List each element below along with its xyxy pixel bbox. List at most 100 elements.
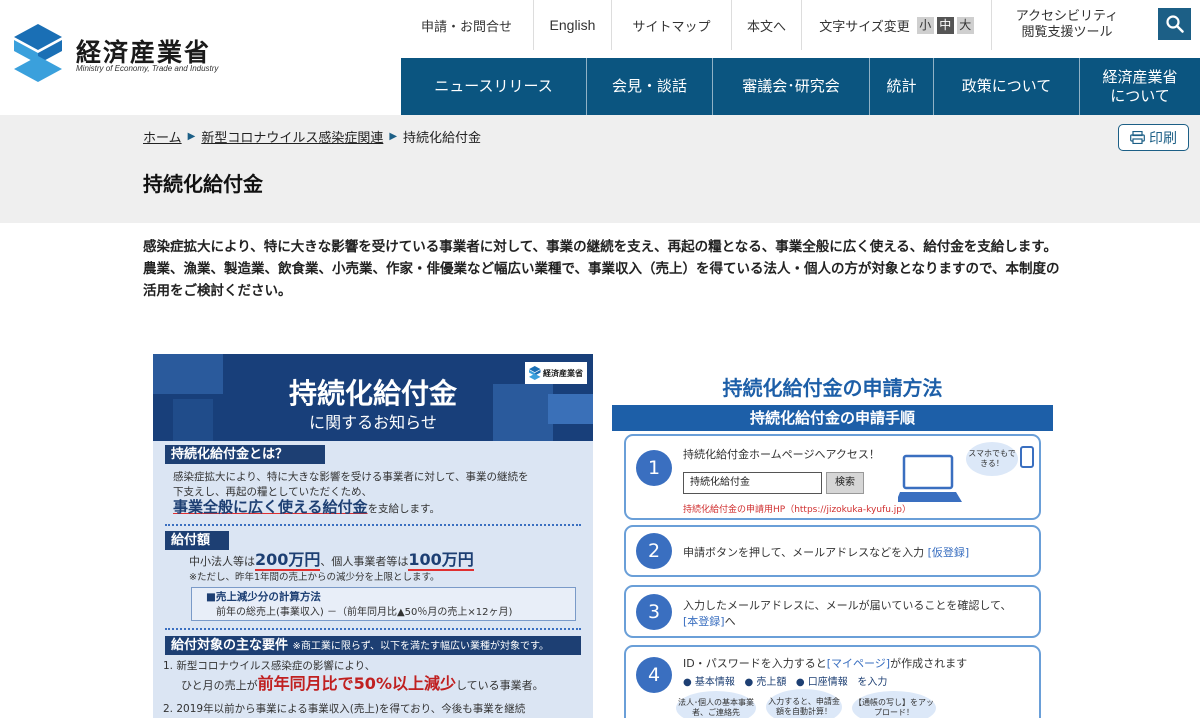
flyer-divider <box>165 524 581 526</box>
application-step-1: 1 持続化給付金ホームページへアクセス！ 持続化給付金 検索 持続化給付金の申請… <box>624 434 1041 520</box>
breadcrumb: ホーム ▶ 新型コロナウイルス感染症関連 ▶ 持続化給付金 <box>143 127 481 146</box>
step1-url: 持続化給付金の申請用HP（https://jizokuka-kyufu.jp） <box>683 505 912 515</box>
font-size-small-button[interactable]: 小 <box>916 16 934 34</box>
intro-paragraph-2: 農業、漁業、製造業、飲食業、小売業、作家・俳優業など幅広い業種で、事業収入（売上… <box>143 261 1060 299</box>
font-size-control: 文字サイズ変更 小 中 大 <box>802 0 992 50</box>
flyer-req-note: ※商工業に限らず、以下を満たす幅広い業種が対象です。 <box>292 641 550 652</box>
flyer-req1-pre: ひと月の売上が <box>181 679 258 692</box>
breadcrumb-separator-icon: ▶ <box>389 131 398 142</box>
step-number: 1 <box>636 450 672 486</box>
step-number: 3 <box>636 594 672 630</box>
flyer-calc-title: ■売上減少分の計算方法 <box>206 591 321 603</box>
flyer-amount-indiv: 100万円 <box>408 550 474 571</box>
step1-search-button: 検索 <box>826 472 864 494</box>
flyer-amount-corp: 200万円 <box>255 550 321 571</box>
step1-search-box: 持続化給付金 <box>683 472 822 494</box>
step4-item-basic: ● 基本情報 <box>683 677 735 688</box>
breadcrumb-current: 持続化給付金 <box>403 131 482 146</box>
flyer-req1-line1: 1. 新型コロナウイルス感染症の影響により、 <box>163 660 376 672</box>
nav-about-meti[interactable]: 経済産業省 について <box>1080 58 1200 115</box>
nav-about-line2: について <box>1110 86 1170 105</box>
step4-bubble-account: 【通帳の写し】をアップロード！ <box>852 691 936 718</box>
step4-item-account: ● 口座情報 <box>795 677 848 688</box>
flyer-application-image[interactable]: 持続化給付金の申請方法 持続化給付金の申請手順 1 持続化給付金ホームページへア… <box>612 354 1053 718</box>
flyer-amount-pre: 中小法人等は <box>189 555 255 568</box>
accessibility-label-line2: 閲覧支援ツール <box>1021 25 1113 40</box>
step2-provisional-registration: [仮登録] <box>927 546 970 559</box>
meti-logo-icon <box>14 24 62 82</box>
application-step-4: 4 ID・パスワードを入力すると[マイページ]が作成されます ● 基本情報 ● … <box>624 645 1041 718</box>
flyer-amount-heading: 給付額 <box>165 531 229 550</box>
nav-council[interactable]: 審議会･研究会 <box>713 58 870 115</box>
flyer-divider <box>165 628 581 630</box>
step3-text-line1: 入力したメールアドレスに、メールが届いていることを確認して、 <box>683 599 1012 612</box>
step4-tail: が作成されます <box>890 657 968 670</box>
application-steps-bar: 持続化給付金の申請手順 <box>612 405 1053 431</box>
flyer-calc-formula: 前年の総売上(事業収入) －（前年同月比▲50％月の売上×12ヶ月) <box>216 607 513 618</box>
nav-policy[interactable]: 政策について <box>934 58 1080 115</box>
intro-paragraph-1: 感染症拡大により、特に大きな影響を受けている事業者に対して、事業の継続を支え、再… <box>143 239 1057 255</box>
nav-about-line1: 経済産業省 <box>1102 67 1178 86</box>
flyer-calc-box: ■売上減少分の計算方法 前年の総売上(事業収入) －（前年同月比▲50％月の売上… <box>191 587 576 621</box>
flyer-amount-note: ※ただし、昨年1年間の売上からの減少分を上限とします。 <box>189 572 440 583</box>
step-number: 2 <box>636 533 672 569</box>
breadcrumb-corona[interactable]: 新型コロナウイルス感染症関連 <box>201 127 383 146</box>
flyer-amount-mid: 、個人事業者等は <box>320 555 409 568</box>
smartphone-icon <box>1020 446 1034 468</box>
nav-press-conference[interactable]: 会見・談話 <box>587 58 713 115</box>
step4-item-sales: ● 売上額 <box>744 677 787 688</box>
font-size-large-button[interactable]: 大 <box>956 16 974 34</box>
breadcrumb-separator-icon: ▶ <box>187 131 196 142</box>
site-header: 経済産業省 Ministry of Economy, Trade and Ind… <box>0 0 1200 115</box>
flyer-what-emphasis: 事業全般に広く使える給付金 <box>173 498 368 516</box>
flyer-subtitle: に関するお知らせ <box>309 413 437 432</box>
step4-text: ID・パスワードを入力すると <box>683 657 827 670</box>
sitemap-link[interactable]: サイトマップ <box>612 0 732 50</box>
print-label: 印刷 <box>1149 130 1177 147</box>
flyer-req1-emphasis: 前年同月比で50%以上減少 <box>257 674 456 693</box>
flyer-what-heading: 持続化給付金とは？ <box>165 445 325 464</box>
search-button[interactable] <box>1158 8 1191 40</box>
flyer-req2-line1: 2. 2019年以前から事業による事業収入(売上)を得ており、今後も事業を継続 <box>163 703 526 715</box>
flyer-notice-image[interactable]: 経済産業省 持続化給付金 に関するお知らせ 持続化給付金とは？ 感染症拡大により… <box>153 354 593 718</box>
printer-icon <box>1130 131 1145 144</box>
step4-item-tail: を入力 <box>857 677 888 688</box>
contact-link[interactable]: 申請・お問合せ <box>400 0 534 50</box>
print-button[interactable]: 印刷 <box>1118 124 1189 151</box>
logo-subtitle: Ministry of Economy, Trade and Industry <box>76 64 219 73</box>
step2-text: 申請ボタンを押して、メールアドレスなどを入力 <box>683 546 925 559</box>
global-nav: ニュースリリース 会見・談話 審議会･研究会 統計 政策について 経済産業省 に… <box>401 58 1200 115</box>
step4-bubble-basic: 法人･個人の基本事業者、ご連絡先 <box>676 691 756 718</box>
application-title: 持続化給付金の申請方法 <box>722 376 943 400</box>
flyer-what-tail: を支給します。 <box>367 503 441 515</box>
page-title: 持続化給付金 <box>143 172 263 196</box>
step3-tail: へ <box>724 615 736 628</box>
intro-text: 感染症拡大により、特に大きな影響を受けている事業者に対して、事業の継続を支え、再… <box>143 236 1063 302</box>
meti-logo[interactable]: 経済産業省 Ministry of Economy, Trade and Ind… <box>14 24 254 84</box>
flyer-requirements-heading: 給付対象の主な要件 ※商工業に限らず、以下を満たす幅広い業種が対象です。 <box>165 636 581 655</box>
application-step-2: 2 申請ボタンを押して、メールアドレスなどを入力 [仮登録] <box>624 525 1041 577</box>
flyer-req-heading: 給付対象の主な要件 <box>171 638 289 653</box>
breadcrumb-home[interactable]: ホーム <box>143 127 182 146</box>
flyer-header: 経済産業省 持続化給付金 に関するお知らせ <box>153 354 593 441</box>
accessibility-label-line1: アクセシビリティ <box>1015 9 1119 24</box>
flyer-title: 持続化給付金 <box>288 377 457 410</box>
nav-statistics[interactable]: 統計 <box>870 58 934 115</box>
font-size-label: 文字サイズ変更 <box>819 19 910 35</box>
step1-text: 持続化給付金ホームページへアクセス！ <box>683 448 880 461</box>
step4-bubble-sales: 入力すると、申請金額を自動計算！ <box>766 689 842 718</box>
nav-news-release[interactable]: ニュースリリース <box>401 58 587 115</box>
search-icon <box>1165 15 1184 33</box>
application-step-3: 3 入力したメールアドレスに、メールが届いていることを確認して、 [本登録]へ <box>624 585 1041 638</box>
accessibility-tool-link[interactable]: アクセシビリティ 閲覧支援ツール <box>992 0 1142 50</box>
flyer-what-line1: 感染症拡大により、特に大きな影響を受ける事業者に対して、事業の継続を <box>173 471 529 483</box>
skip-to-main-link[interactable]: 本文へ <box>732 0 802 50</box>
step-number: 4 <box>636 657 672 693</box>
font-size-medium-button[interactable]: 中 <box>936 16 954 34</box>
step1-smartphone-bubble: スマホでもできる！ <box>966 442 1018 476</box>
laptop-icon <box>898 454 962 502</box>
english-link[interactable]: English <box>534 0 612 50</box>
step3-main-registration: [本登録] <box>683 615 725 628</box>
step4-mypage: [マイページ] <box>826 657 891 670</box>
flyer-req1-tail: している事業者。 <box>455 679 544 692</box>
